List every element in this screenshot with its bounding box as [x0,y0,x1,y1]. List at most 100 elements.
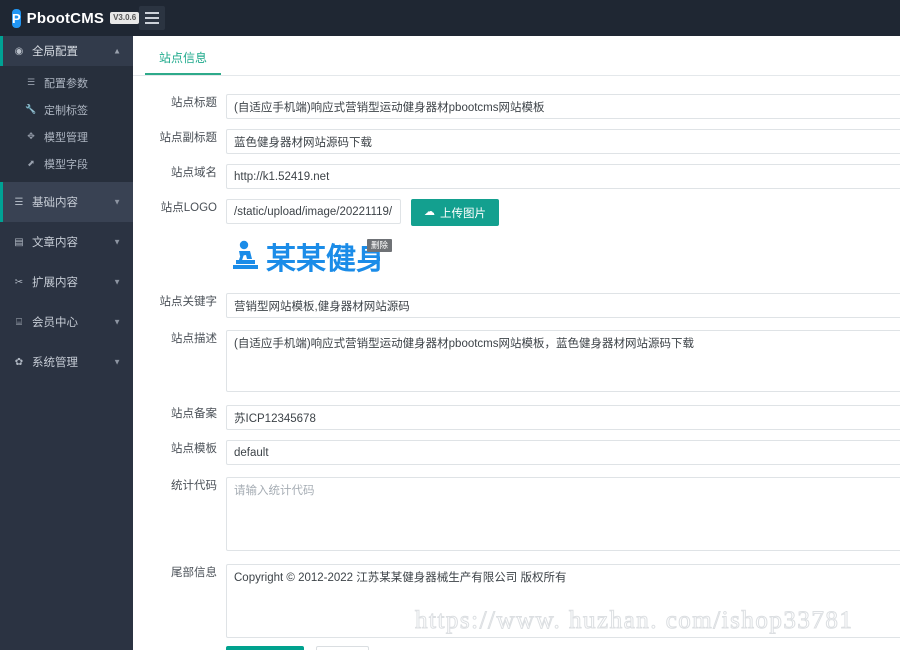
form-actions: 立即提交 重置 [226,638,900,650]
reset-button[interactable]: 重置 [316,646,369,650]
sidebar: ◉ 全局配置 ▲ ☰ 配置参数 🔧 定制标签 ✥ 模型管理 ⬈ 模型字段 ☰ 基… [0,36,133,650]
site-footer-textarea[interactable]: Copyright © 2012-2022 江苏某某健身器械生产有限公司 版权所… [226,564,900,638]
chevron-down-icon: ▼ [113,277,121,287]
version-badge: V3.0.6 [110,12,140,24]
sidebar-item-model-management[interactable]: ✥ 模型管理 [0,123,133,150]
pbootcms-admin-page: P PbootCMS V3.0.6 ◉ 全局配置 ▲ ☰ 配置参数 🔧 定制标签 [0,0,900,650]
site-template-input[interactable] [226,440,900,465]
hamburger-bar [145,17,159,19]
field-actions: 立即提交 重置 [226,638,900,650]
sidebar-item-system-management[interactable]: ✿ 系统管理 ▼ [0,342,133,382]
sidebar-submenu-global-config: ☰ 配置参数 🔧 定制标签 ✥ 模型管理 ⬈ 模型字段 [0,66,133,182]
field-site-logo: ☁ 上传图片 [226,199,900,279]
form-row-site-statistics: 统计代码 [133,477,900,551]
sidebar-item-config-params[interactable]: ☰ 配置参数 [0,69,133,96]
logo-preview[interactable]: 某某健身 删除 [228,237,392,279]
sidebar-item-label: 会员中心 [32,317,78,329]
hamburger-bar [145,12,159,14]
sidebar-item-label: 配置参数 [44,77,88,90]
label-site-keywords: 站点关键字 [159,296,218,308]
label-site-statistics: 统计代码 [171,480,217,492]
pbootcms-logo-icon: P [12,8,21,28]
top-bar: P PbootCMS V3.0.6 [0,0,900,36]
puzzle-icon: ✂ [14,276,24,288]
field-site-footer: Copyright © 2012-2022 江苏某某健身器械生产有限公司 版权所… [226,564,900,638]
form-row-site-template: 站点模板 [133,440,900,465]
form-row-site-keywords: 站点关键字 [133,293,900,318]
label-site-domain: 站点域名 [171,167,217,179]
tab-bar: 站点信息 [133,44,900,76]
label-site-template: 站点模板 [171,443,217,455]
form-row-site-footer: 尾部信息 Copyright © 2012-2022 江苏某某健身器械生产有限公… [133,564,900,638]
chevron-down-icon: ▼ [113,197,121,207]
upload-image-button[interactable]: ☁ 上传图片 [411,199,499,226]
cube-icon: ✥ [27,131,35,141]
form-row-site-title: 站点标题 [133,86,900,119]
label-site-logo: 站点LOGO [160,202,217,214]
document-icon: ▤ [14,236,24,248]
label-site-icp: 站点备案 [171,408,217,420]
site-info-form: 站点标题 站点副标题 站点域名 [133,76,900,650]
sidebar-item-label: 定制标签 [44,104,88,117]
site-description-textarea[interactable]: (自适应手机端)响应式营销型运动健身器材pbootcms网站模板，蓝色健身器材网… [226,330,900,392]
site-logo-path-input[interactable] [226,199,401,224]
form-row-site-logo: 站点LOGO ☁ 上传图片 [133,199,900,279]
logo-preview-text: 某某健身 [266,243,380,276]
field-site-statistics [226,477,900,551]
site-keywords-input[interactable] [226,293,900,318]
logo-upload-row: ☁ 上传图片 [226,199,900,226]
cloud-upload-icon: ☁ [424,206,435,218]
site-subtitle-input[interactable] [226,129,900,154]
label-site-subtitle: 站点副标题 [159,132,218,144]
site-statistics-textarea[interactable] [226,477,900,551]
form-row-actions: 立即提交 重置 [133,638,900,650]
logo-delete-button[interactable]: 删除 [366,239,392,253]
sidebar-group-global-config[interactable]: ◉ 全局配置 ▲ [0,36,133,66]
sliders-icon: ☰ [14,196,24,208]
edit-square-icon: ⬈ [27,158,35,168]
form-row-site-domain: 站点域名 [133,164,900,189]
sliders-icon: ☰ [26,77,36,87]
sidebar-item-label: 系统管理 [32,357,78,369]
field-site-icp [226,405,900,430]
brand[interactable]: P PbootCMS V3.0.6 [0,0,140,36]
sidebar-item-article-content[interactable]: ▤ 文章内容 ▼ [0,222,133,262]
field-site-domain [226,164,900,189]
chevron-down-icon: ▼ [113,317,121,327]
submit-button[interactable]: 立即提交 [226,646,304,650]
main-content: 站点信息 站点标题 站点副标题 站点域名 [133,36,900,650]
sidebar-item-label: 模型管理 [44,131,88,144]
brand-name: PbootCMS [26,9,105,27]
field-site-template [226,440,900,465]
chevron-up-icon: ▲ [113,46,121,56]
form-row-site-subtitle: 站点副标题 [133,129,900,154]
sidebar-item-model-fields[interactable]: ⬈ 模型字段 [0,150,133,177]
site-icp-input[interactable] [226,405,900,430]
upload-image-label: 上传图片 [440,207,486,220]
label-site-description: 站点描述 [171,333,217,345]
sidebar-item-label: 文章内容 [32,237,78,249]
form-row-site-icp: 站点备案 [133,405,900,430]
field-site-keywords [226,293,900,318]
sidebar-item-member-center[interactable]: ⌸ 会员中心 ▼ [0,302,133,342]
field-site-subtitle [226,129,900,154]
tab-site-info[interactable]: 站点信息 [145,49,222,75]
hamburger-bar [145,22,159,24]
field-site-title [226,94,900,119]
label-site-title: 站点标题 [171,97,217,109]
sidebar-item-custom-tags[interactable]: 🔧 定制标签 [0,96,133,123]
sidebar-item-basic-content[interactable]: ☰ 基础内容 ▼ [0,182,133,222]
sidebar-item-extended-content[interactable]: ✂ 扩展内容 ▼ [0,262,133,302]
sidebar-item-label: 扩展内容 [32,277,78,289]
globe-icon: ◉ [14,45,24,57]
label-site-footer: 尾部信息 [171,567,217,579]
wrench-icon: 🔧 [25,104,37,114]
site-title-input[interactable] [226,94,900,119]
lock-icon: ⌸ [16,316,22,328]
logo-preview-image: 某某健身 [233,240,380,276]
chevron-down-icon: ▼ [113,357,121,367]
form-row-site-description: 站点描述 (自适应手机端)响应式营销型运动健身器材pbootcms网站模板，蓝色… [133,330,900,392]
menu-toggle-icon[interactable] [139,6,165,30]
sidebar-group-label: 全局配置 [32,46,78,58]
site-domain-input[interactable] [226,164,900,189]
